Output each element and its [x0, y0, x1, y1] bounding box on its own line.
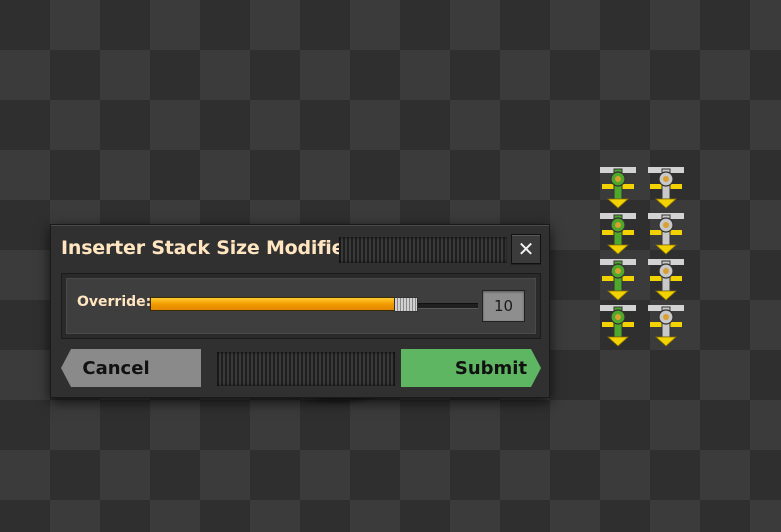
inserter-icon[interactable] — [596, 303, 640, 347]
dialog-titlebar: Inserter Stack Size Modifier ✕ — [61, 233, 541, 267]
cancel-label: Cancel — [82, 357, 150, 379]
cancel-button[interactable]: Cancel — [61, 349, 201, 387]
inserter-icon[interactable] — [644, 257, 688, 301]
close-icon: ✕ — [517, 237, 535, 261]
slider-handle[interactable] — [394, 297, 418, 312]
inserter-icon[interactable] — [644, 165, 688, 209]
dialog-title: Inserter Stack Size Modifier — [61, 237, 354, 259]
inserter-grid — [596, 165, 694, 357]
inserter-icon[interactable] — [644, 211, 688, 255]
override-slider[interactable] — [150, 294, 478, 316]
override-label: Override: — [77, 294, 152, 310]
close-button[interactable]: ✕ — [511, 234, 541, 264]
dialog-footer: Cancel Submit — [61, 349, 541, 389]
footer-filler — [217, 352, 395, 386]
inserter-icon[interactable] — [596, 257, 640, 301]
slider-fill — [150, 297, 406, 311]
inserter-icon[interactable] — [596, 165, 640, 209]
inserter-stack-size-dialog: Inserter Stack Size Modifier ✕ Override:… — [50, 224, 550, 398]
dialog-content: Override: 10 — [61, 273, 541, 339]
inserter-icon[interactable] — [596, 211, 640, 255]
override-value-input[interactable]: 10 — [482, 290, 525, 322]
submit-button[interactable]: Submit — [401, 349, 541, 387]
submit-label: Submit — [454, 357, 528, 379]
drag-handle[interactable] — [339, 237, 507, 263]
inserter-icon[interactable] — [644, 303, 688, 347]
